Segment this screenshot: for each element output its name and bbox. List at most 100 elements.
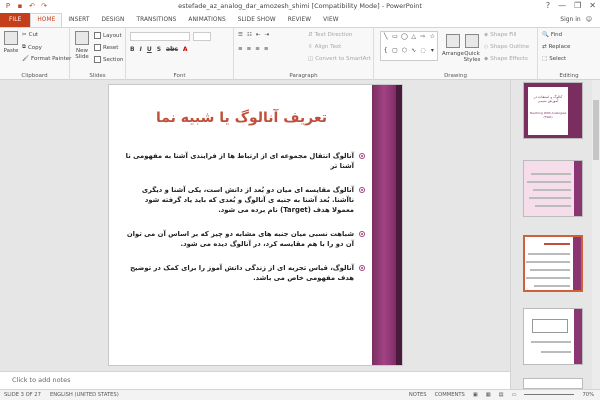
fill-icon: ◈ bbox=[484, 32, 489, 38]
format-painter-button[interactable]: 🖌 Format Painter bbox=[22, 56, 71, 62]
thumb-line bbox=[534, 285, 570, 287]
shape-more-icon[interactable]: ▾ bbox=[428, 46, 437, 60]
tab-insert[interactable]: INSERT bbox=[62, 13, 95, 27]
shape-curve-icon[interactable]: ∿ bbox=[409, 46, 418, 60]
shape-star-icon[interactable]: ☆ bbox=[428, 32, 437, 46]
bullet-item[interactable]: آنالوگ انتقال مجموعه ای از ارتباط ها از … bbox=[125, 151, 365, 171]
sign-in[interactable]: Sign in ☺ bbox=[560, 13, 592, 27]
cut-button[interactable]: ✂ Cut bbox=[22, 32, 38, 38]
section-button[interactable]: Section bbox=[94, 56, 123, 63]
restore-button[interactable]: ❐ bbox=[574, 1, 581, 10]
slideshow-view-icon[interactable]: ▭ bbox=[512, 390, 517, 400]
normal-view-icon[interactable]: ▣ bbox=[473, 390, 478, 400]
shape-arrow-icon[interactable]: ⇨ bbox=[418, 32, 427, 46]
minimize-button[interactable]: — bbox=[558, 1, 566, 10]
shape-oval-icon[interactable]: ◯ bbox=[400, 32, 409, 46]
tab-animations[interactable]: ANIMATIONS bbox=[182, 13, 231, 27]
bullet-marker-icon bbox=[359, 187, 365, 193]
shape-round-icon[interactable]: ▢ bbox=[390, 46, 399, 60]
shape-callout-icon[interactable]: ◌ bbox=[418, 46, 427, 60]
shape-line-icon[interactable]: ╲ bbox=[381, 32, 390, 46]
notes-toggle[interactable]: NOTES bbox=[409, 390, 427, 400]
shape-brace-icon[interactable]: { bbox=[381, 46, 390, 60]
bold-icon[interactable]: B bbox=[130, 46, 135, 53]
strikethrough-icon[interactable]: abc bbox=[166, 46, 178, 53]
tab-home[interactable]: HOME bbox=[30, 13, 63, 27]
shape-fill-button[interactable]: ◈ Shape Fill bbox=[484, 32, 517, 38]
font-color-icon[interactable]: A bbox=[183, 46, 188, 53]
slide-bullets[interactable]: آنالوگ انتقال مجموعه ای از ارتباط ها از … bbox=[125, 151, 365, 297]
shape-hex-icon[interactable]: ⬡ bbox=[400, 46, 409, 60]
thumbnails-scrollbar[interactable] bbox=[592, 80, 600, 390]
close-button[interactable]: ✕ bbox=[589, 1, 596, 10]
shape-outline-button[interactable]: ◇ Shape Outline bbox=[484, 44, 529, 50]
slide-title[interactable]: تعریف آنالوگ یا شبیه نما bbox=[109, 110, 374, 126]
text-direction-button[interactable]: ⇵ Text Direction bbox=[308, 32, 352, 38]
align-left-icon[interactable]: ≡ bbox=[238, 46, 243, 52]
format-painter-label: Format Painter bbox=[30, 56, 72, 62]
underline-icon[interactable]: U bbox=[147, 46, 152, 53]
numbering-icon[interactable]: ☷ bbox=[247, 32, 252, 38]
shape-fill-label: Shape Fill bbox=[490, 32, 517, 38]
align-center-icon[interactable]: ≡ bbox=[247, 46, 252, 52]
align-right-icon[interactable]: ≡ bbox=[255, 46, 260, 52]
paste-button[interactable]: Paste bbox=[3, 31, 19, 54]
tab-review[interactable]: REVIEW bbox=[282, 13, 317, 27]
reading-view-icon[interactable]: ▤ bbox=[499, 390, 504, 400]
arrange-button[interactable]: Arrange bbox=[442, 34, 464, 57]
quick-styles-button[interactable]: Quick Styles bbox=[462, 34, 482, 63]
reset-button[interactable]: Reset bbox=[94, 44, 118, 51]
zoom-slider[interactable] bbox=[524, 390, 575, 395]
increase-indent-icon[interactable]: ⇥ bbox=[264, 32, 269, 38]
thumb-line bbox=[531, 341, 571, 343]
shadow-icon[interactable]: S bbox=[157, 46, 161, 53]
shape-triangle-icon[interactable]: △ bbox=[409, 32, 418, 46]
tab-file[interactable]: FILE bbox=[0, 13, 31, 27]
smiley-icon[interactable]: ☺ bbox=[586, 13, 592, 27]
justify-icon[interactable]: ≡ bbox=[264, 46, 269, 52]
tab-transitions[interactable]: TRANSITIONS bbox=[130, 13, 182, 27]
convert-smartart-button[interactable]: ◫ Convert to SmartArt bbox=[308, 56, 371, 62]
sorter-view-icon[interactable]: ▦ bbox=[486, 390, 491, 400]
notes-placeholder: Click to add notes bbox=[12, 376, 71, 384]
language-indicator[interactable]: ENGLISH (UNITED STATES) bbox=[50, 390, 119, 400]
scrollbar-thumb[interactable] bbox=[593, 100, 599, 160]
layout-button[interactable]: Layout bbox=[94, 32, 122, 39]
slide-counter: SLIDE 3 OF 27 bbox=[4, 392, 41, 398]
align-text-button[interactable]: ⇳ Align Text bbox=[308, 44, 341, 50]
slide-thumbnail-5[interactable] bbox=[523, 378, 583, 389]
bullet-item[interactable]: آنالوگ، قیاس تجربه ای از زندگی دانش آموز… bbox=[125, 263, 365, 283]
slide-thumbnail-2[interactable] bbox=[523, 160, 583, 217]
find-button[interactable]: 🔍 Find bbox=[542, 32, 562, 38]
brush-icon: 🖌 bbox=[22, 56, 29, 62]
bullets-icon[interactable]: ☰ bbox=[238, 32, 243, 38]
help-button[interactable]: ? bbox=[546, 1, 550, 10]
bullet-item[interactable]: شباهت نسبی میان جنبه های مشابه دو چیز که… bbox=[125, 229, 365, 249]
tab-view[interactable]: VIEW bbox=[317, 13, 344, 27]
zoom-level[interactable]: 70% bbox=[582, 390, 594, 400]
slide-canvas[interactable]: تعریف آنالوگ یا شبیه نما آنالوگ انتقال م… bbox=[108, 84, 403, 366]
decrease-indent-icon[interactable]: ⇤ bbox=[256, 32, 261, 38]
slide-thumbnail-3[interactable] bbox=[523, 235, 583, 292]
tab-slide-show[interactable]: SLIDE SHOW bbox=[232, 13, 282, 27]
shape-rect-icon[interactable]: ▭ bbox=[390, 32, 399, 46]
notes-pane[interactable]: Click to add notes bbox=[0, 371, 510, 389]
replace-button[interactable]: ⇄ Replace bbox=[542, 44, 570, 50]
font-name-box[interactable] bbox=[130, 32, 190, 41]
tab-design[interactable]: DESIGN bbox=[95, 13, 130, 27]
bullet-text: آنالوگ مقایسه ای میان دو بُعد از دانش اس… bbox=[141, 186, 354, 214]
bullet-marker-icon bbox=[359, 265, 365, 271]
sign-in-link[interactable]: Sign in bbox=[560, 13, 580, 27]
slide-thumbnail-1[interactable]: آنالوگ و استفاده در آموزش شیمی Teaching … bbox=[523, 82, 583, 139]
italic-icon[interactable]: I bbox=[140, 46, 142, 53]
new-slide-button[interactable]: New Slide bbox=[73, 31, 91, 60]
bullet-item[interactable]: آنالوگ مقایسه ای میان دو بُعد از دانش اس… bbox=[125, 185, 365, 215]
slide-thumbnail-4[interactable] bbox=[523, 308, 583, 365]
shapes-gallery[interactable]: ╲ ▭ ◯ △ ⇨ ☆ {▢ ⬡ ∿ ◌ ▾ bbox=[380, 31, 438, 61]
comments-toggle[interactable]: COMMENTS bbox=[435, 390, 465, 400]
copy-button[interactable]: ⧉ Copy bbox=[22, 44, 42, 51]
shape-effects-button[interactable]: ◆ Shape Effects bbox=[484, 56, 528, 62]
section-icon bbox=[94, 56, 101, 63]
font-size-box[interactable] bbox=[193, 32, 211, 41]
select-button[interactable]: ⬚ Select bbox=[542, 56, 566, 62]
